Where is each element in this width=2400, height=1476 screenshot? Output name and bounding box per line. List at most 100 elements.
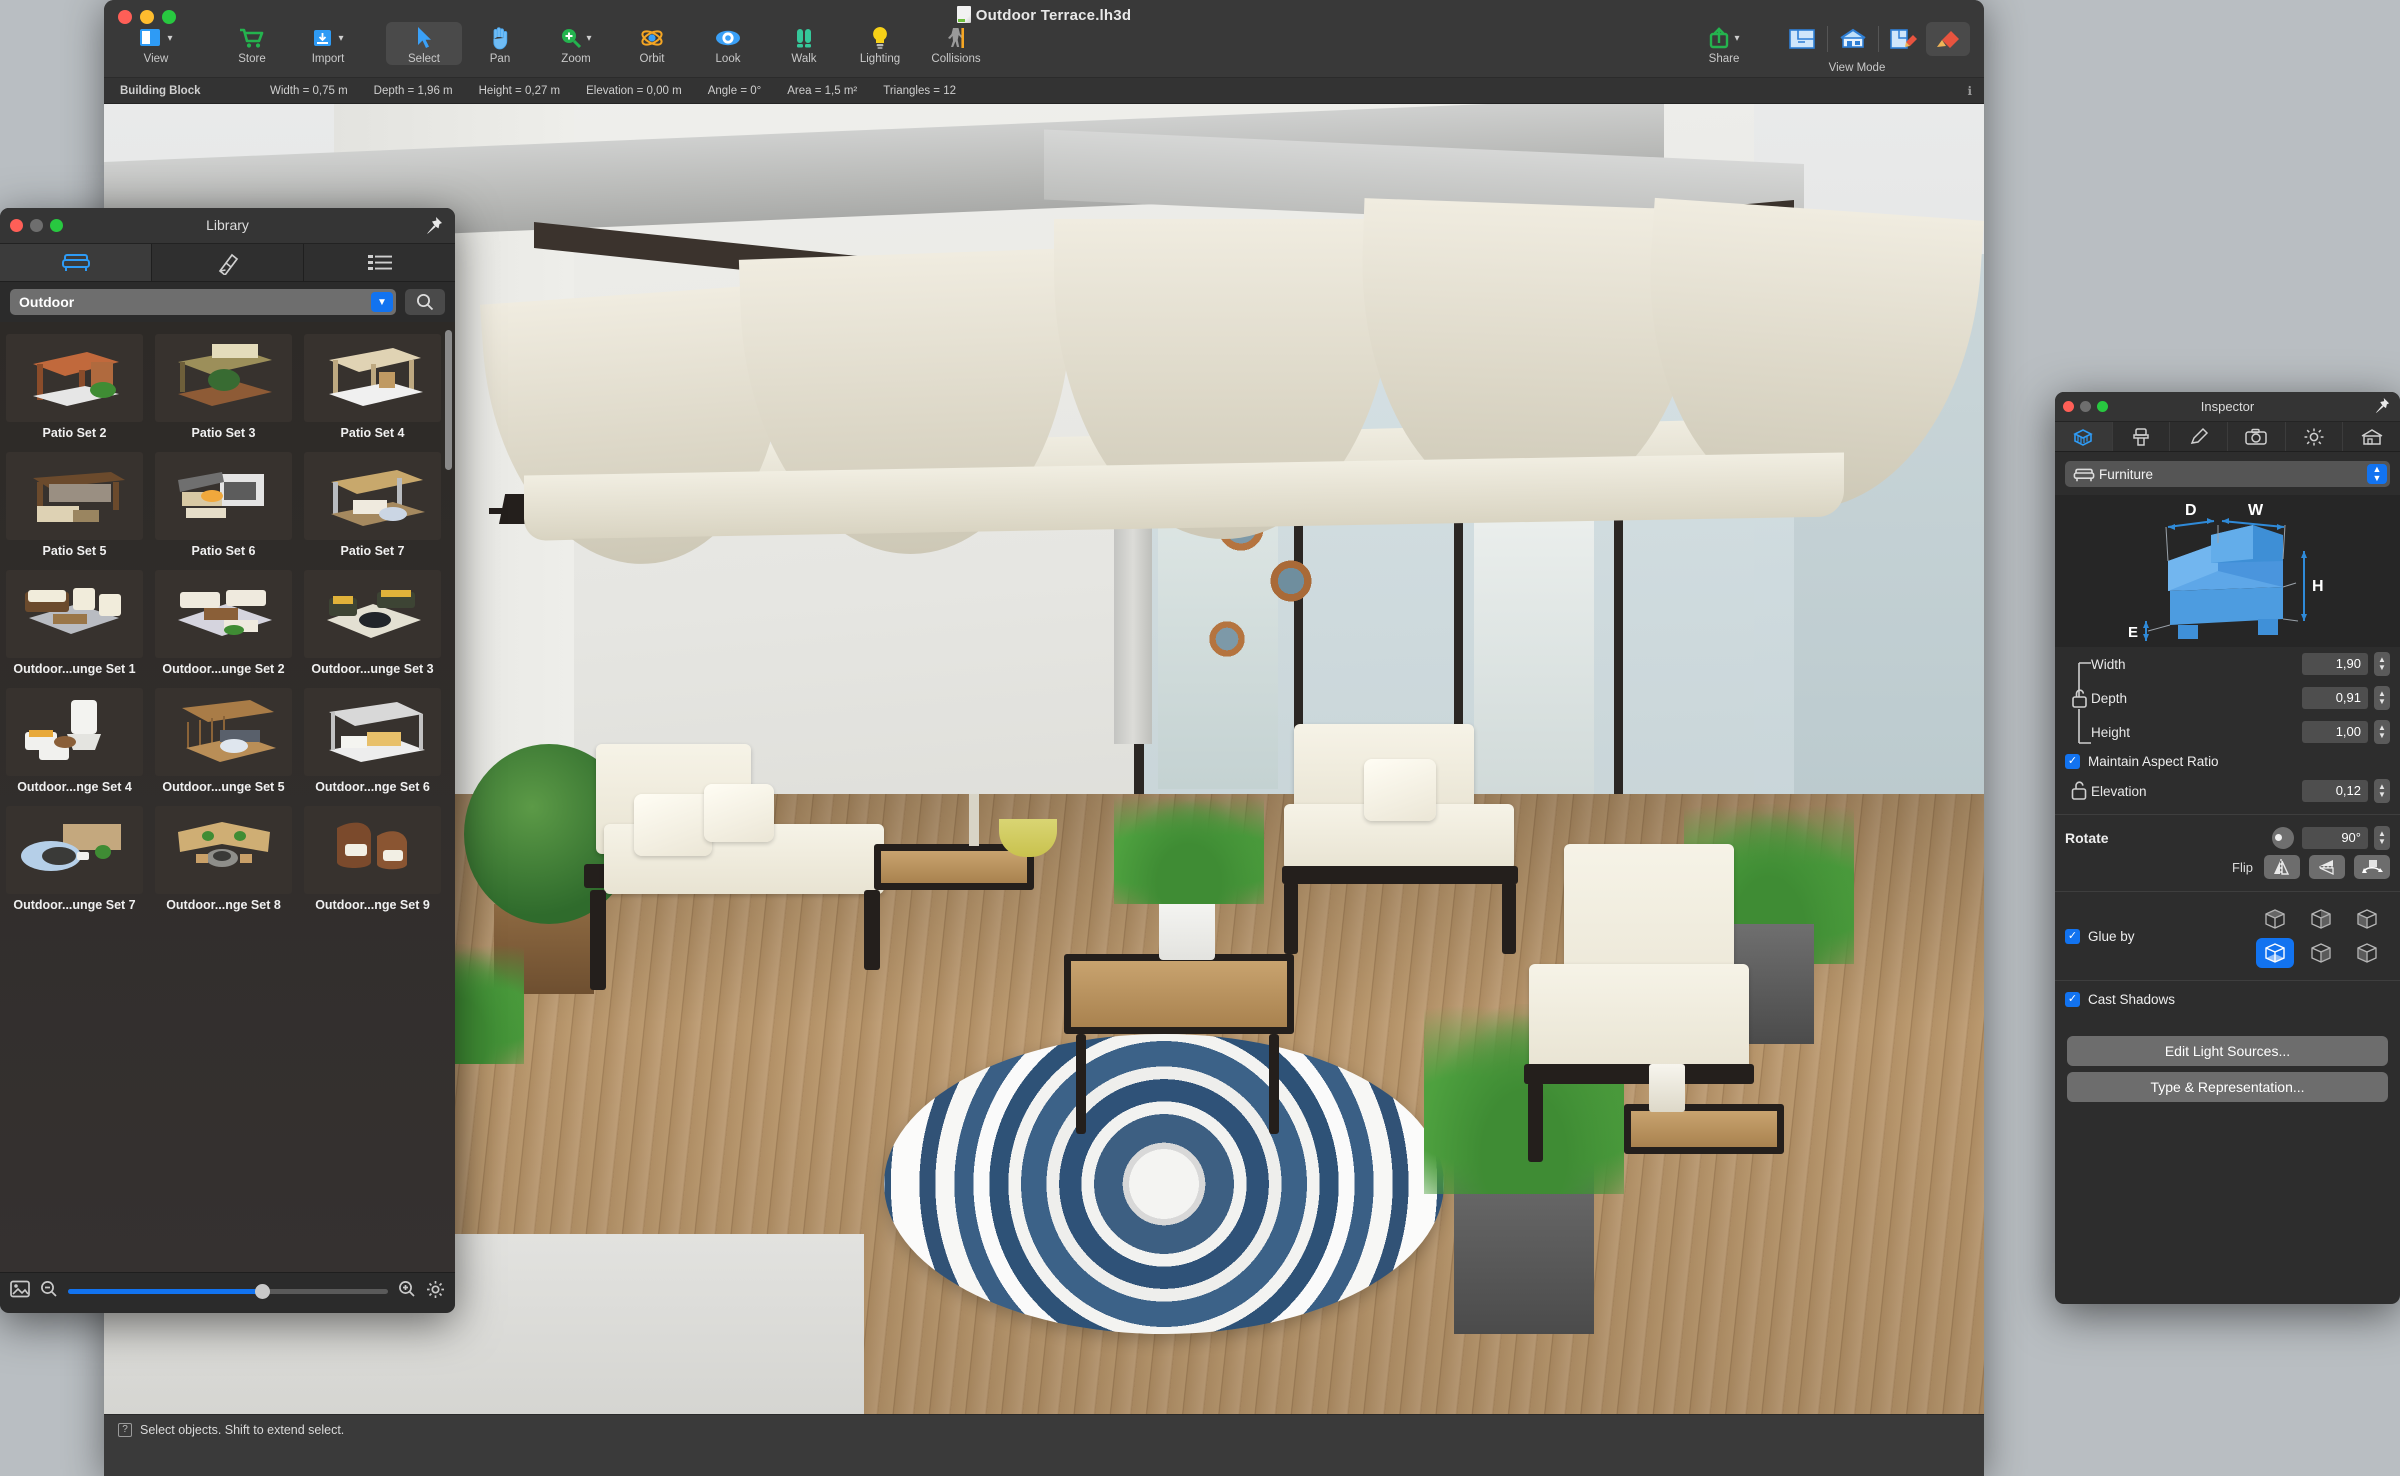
library-thumbnail (304, 688, 441, 776)
library-item-label: Outdoor...unge Set 5 (162, 780, 285, 794)
cast-shadows-checkbox[interactable]: ✓ (2065, 992, 2080, 1007)
library-item[interactable]: Outdoor...unge Set 3 (300, 564, 445, 676)
scene-sofa-leg (1528, 1082, 1543, 1162)
library-item[interactable]: Outdoor...unge Set 7 (2, 800, 147, 912)
pin-icon[interactable] (2374, 397, 2392, 417)
glue-cube-bottom-center-button[interactable] (2302, 938, 2340, 968)
view-mode-elevation-button[interactable] (1831, 22, 1875, 56)
slider-knob[interactable] (255, 1284, 271, 1299)
library-item[interactable]: Outdoor...unge Set 2 (151, 564, 296, 676)
inspector-category-combobox[interactable]: Furniture ▲ ▼ (2065, 461, 2390, 487)
tool-orbit[interactable]: Orbit (614, 22, 690, 65)
glue-cube-bottom-left-button[interactable] (2256, 938, 2294, 968)
flip-vertical-button[interactable] (2309, 855, 2345, 879)
tool-look[interactable]: Look (690, 22, 766, 65)
library-item[interactable]: Patio Set 7 (300, 446, 445, 558)
tool-import[interactable]: ▾ Import (290, 22, 366, 65)
edit-light-sources-button[interactable]: Edit Light Sources... (2067, 1036, 2388, 1066)
library-scrollbar[interactable] (445, 330, 452, 470)
tool-share[interactable]: ▾ Share (1686, 22, 1762, 65)
library-row: Outdoor...unge Set 1 Outdoor...unge Set … (0, 564, 455, 682)
height-stepper[interactable]: ▲ ▼ (2374, 720, 2390, 744)
view-mode-render-button[interactable] (1926, 22, 1970, 56)
library-item[interactable]: Patio Set 5 (2, 446, 147, 558)
tool-lighting[interactable]: Lighting (842, 22, 918, 65)
rotate-stepper[interactable]: ▲ ▼ (2374, 826, 2390, 850)
inspector-tab-edit[interactable] (2170, 422, 2229, 451)
elevation-stepper[interactable]: ▲ ▼ (2374, 779, 2390, 803)
magnifier-plus-icon[interactable] (398, 1280, 416, 1303)
tool-walk[interactable]: Walk (766, 22, 842, 65)
library-item[interactable]: Patio Set 6 (151, 446, 296, 558)
library-item[interactable]: Outdoor...nge Set 8 (151, 800, 296, 912)
info-icon[interactable]: ℹ (1967, 84, 1972, 98)
tool-select[interactable]: Select (386, 22, 462, 65)
depth-input[interactable]: 0,91 (2302, 687, 2368, 709)
tool-zoom[interactable]: ▾ Zoom (538, 22, 614, 65)
library-item[interactable]: Outdoor...nge Set 6 (300, 682, 445, 794)
elevation-input[interactable]: 0,12 (2302, 780, 2368, 802)
tool-view[interactable]: ▾ View (118, 22, 194, 65)
library-item[interactable]: Outdoor...unge Set 1 (2, 564, 147, 676)
tool-pan[interactable]: Pan (462, 22, 538, 65)
inspector-tab-object[interactable] (2055, 422, 2113, 451)
library-tab-furniture[interactable] (0, 244, 152, 281)
library-item[interactable]: Patio Set 4 (300, 328, 445, 440)
library-zoom-slider[interactable] (68, 1284, 388, 1299)
inspector-tab-materials[interactable] (2113, 422, 2171, 451)
glue-by-checkbox[interactable]: ✓ (2065, 928, 2080, 944)
inspector-tab-camera[interactable] (2228, 422, 2286, 451)
cart-icon (214, 25, 290, 51)
diagram-label-depth: D (2185, 502, 2197, 519)
type-representation-button[interactable]: Type & Representation... (2067, 1072, 2388, 1102)
flip-horizontal-button[interactable] (2264, 855, 2300, 879)
rotate-input[interactable]: 90° (2302, 827, 2368, 849)
library-item[interactable]: Patio Set 2 (2, 328, 147, 440)
scene-sofa-right-seat[interactable] (1529, 964, 1749, 1074)
library-item-label: Patio Set 2 (42, 426, 107, 440)
eye-icon (690, 25, 766, 51)
updown-stepper-icon[interactable]: ▲ ▼ (2367, 464, 2387, 484)
scene-side-table-right[interactable] (1624, 1104, 1784, 1154)
library-grid[interactable]: Patio Set 2 Patio Set 3 Patio Set 4 Pati… (0, 322, 455, 1272)
width-input[interactable]: 1,90 (2302, 653, 2368, 675)
cast-shadows-row[interactable]: ✓ Cast Shadows (2055, 987, 2400, 1012)
tool-store[interactable]: Store (214, 22, 290, 65)
view-mode-plan-render-button[interactable] (1882, 22, 1926, 56)
library-category-combobox[interactable]: Outdoor ▼ (10, 289, 396, 315)
library-item[interactable]: Outdoor...unge Set 5 (151, 682, 296, 794)
library-tab-list[interactable] (304, 244, 455, 281)
glue-cube-top-left-button[interactable] (2256, 904, 2294, 934)
glue-cube-bottom-right-button[interactable] (2348, 938, 2386, 968)
tool-collisions[interactable]: Collisions (918, 22, 994, 65)
glue-cube-top-right-button[interactable] (2348, 904, 2386, 934)
height-input[interactable]: 1,00 (2302, 721, 2368, 743)
library-item[interactable]: Outdoor...nge Set 4 (2, 682, 147, 794)
library-item[interactable]: Patio Set 3 (151, 328, 296, 440)
info-field-depth: Depth = 1,96 m (373, 84, 453, 97)
image-icon[interactable] (10, 1280, 30, 1303)
glue-cube-top-center-button[interactable] (2302, 904, 2340, 934)
scene-sofa-right-frame[interactable] (1524, 1064, 1754, 1084)
library-search-button[interactable] (405, 289, 445, 315)
inspector-tab-building[interactable] (2343, 422, 2400, 451)
scene-rug[interactable] (884, 1034, 1444, 1334)
object-info-strip: Building Block Width = 0,75 m Depth = 1,… (104, 78, 1984, 104)
maintain-aspect-row[interactable]: ✓ Maintain Aspect Ratio (2055, 749, 2400, 774)
maintain-aspect-checkbox[interactable]: ✓ (2065, 754, 2080, 769)
pin-icon[interactable] (425, 216, 443, 236)
library-item[interactable]: Outdoor...nge Set 9 (300, 800, 445, 912)
width-stepper[interactable]: ▲ ▼ (2374, 652, 2390, 676)
scene-sofa-mid-frame[interactable] (1282, 866, 1518, 884)
depth-stepper[interactable]: ▲ ▼ (2374, 686, 2390, 710)
library-tab-materials[interactable] (152, 244, 304, 281)
chevron-down-icon[interactable]: ▼ (371, 292, 393, 312)
scene-coffee-table[interactable] (1064, 954, 1294, 1034)
inspector-tab-lighting[interactable] (2286, 422, 2344, 451)
view-mode-floorplan-button[interactable] (1780, 22, 1824, 56)
flip-depth-button[interactable] (2354, 855, 2390, 879)
gear-icon[interactable] (426, 1280, 445, 1304)
magnifier-minus-icon[interactable] (40, 1280, 58, 1303)
unlock-icon[interactable] (2071, 781, 2087, 805)
rotate-dial-icon[interactable] (2272, 827, 2294, 849)
